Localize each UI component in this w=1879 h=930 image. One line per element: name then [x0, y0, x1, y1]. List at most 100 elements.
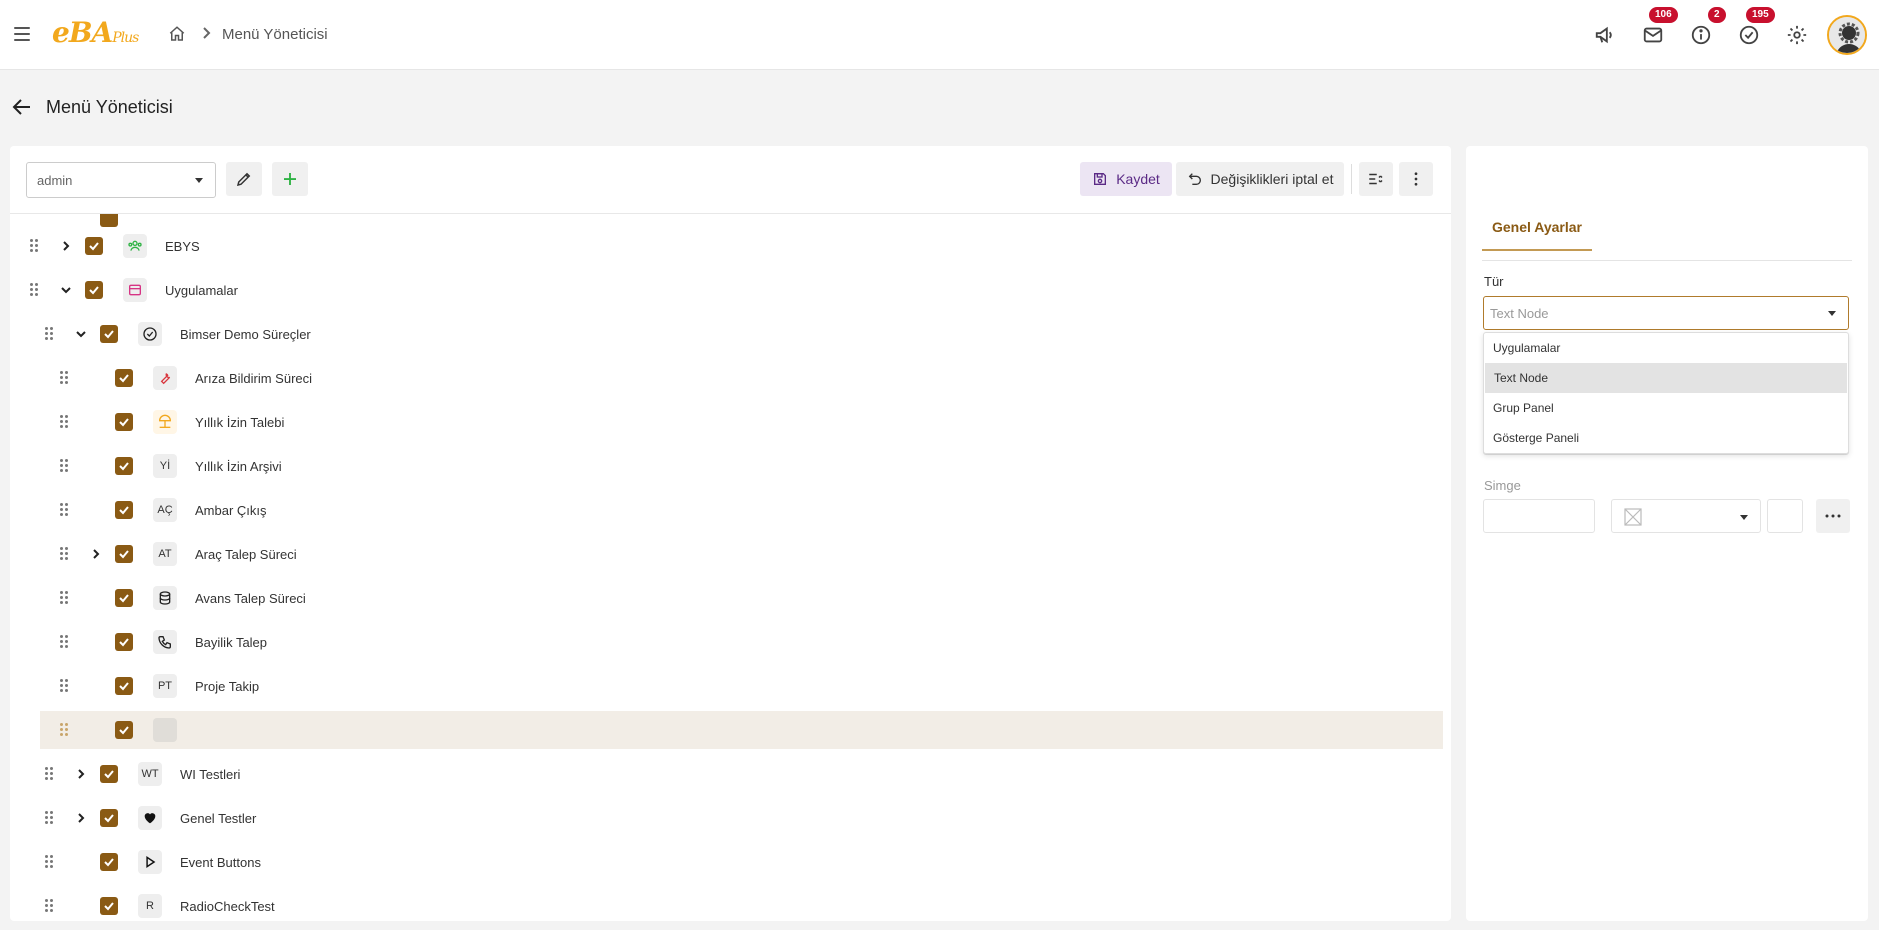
drag-handle-icon[interactable] — [60, 415, 68, 429]
menu-icon[interactable] — [14, 27, 30, 41]
chevron-down-icon[interactable] — [60, 284, 72, 296]
tree-row[interactable]: AÇ Ambar Çıkış — [10, 492, 1451, 528]
checkbox[interactable] — [115, 501, 133, 519]
drag-handle-icon[interactable] — [60, 371, 68, 385]
drag-handle-icon[interactable] — [60, 635, 68, 649]
checkbox[interactable] — [115, 633, 133, 651]
floppy-disk-icon — [1094, 173, 1107, 185]
tree-item-label: Uygulamalar — [165, 283, 238, 298]
checkbox[interactable] — [100, 809, 118, 827]
checkbox[interactable] — [100, 765, 118, 783]
edit-button[interactable] — [226, 162, 262, 196]
abbreviation-icon: AT — [153, 542, 177, 566]
caret-down-icon — [1740, 515, 1748, 520]
drag-handle-icon[interactable] — [45, 811, 53, 825]
checkbox[interactable] — [115, 369, 133, 387]
type-option-grup-panel[interactable]: Grup Panel — [1484, 393, 1848, 423]
tree-row[interactable]: PT Proje Takip — [10, 668, 1451, 704]
tree-row[interactable]: Yİ Yıllık İzin Arşivi — [10, 448, 1451, 484]
abbreviation-icon: Yİ — [153, 454, 177, 478]
drag-handle-icon[interactable] — [45, 327, 53, 341]
chevron-right-icon[interactable] — [75, 768, 87, 780]
mail-badge: 106 — [1649, 7, 1678, 23]
app-logo[interactable]: eBAPlus — [52, 16, 139, 49]
back-arrow-icon[interactable] — [12, 98, 32, 119]
drag-handle-icon[interactable] — [60, 547, 68, 561]
drag-handle-icon[interactable] — [45, 767, 53, 781]
checkbox[interactable] — [100, 897, 118, 915]
drag-handle-icon[interactable] — [60, 723, 68, 737]
icon-label: Simge — [1484, 478, 1521, 493]
icon-text-input[interactable] — [1483, 499, 1595, 533]
checkbox[interactable] — [85, 237, 103, 255]
more-options-button[interactable] — [1399, 162, 1433, 196]
type-label: Tür — [1484, 274, 1504, 289]
drag-handle-icon[interactable] — [45, 899, 53, 913]
chevron-right-icon[interactable] — [90, 548, 102, 560]
checkbox[interactable] — [115, 677, 133, 695]
type-select-value: Text Node — [1490, 305, 1549, 321]
tree-row[interactable]: R RadioCheckTest — [10, 888, 1451, 921]
home-icon[interactable] — [168, 25, 186, 46]
checkbox[interactable] — [115, 413, 133, 431]
tree-row[interactable]: Event Buttons — [10, 844, 1451, 880]
tree-row-selected[interactable] — [10, 712, 1451, 748]
task-check-icon[interactable]: 195 — [1736, 7, 1775, 48]
chevron-down-icon[interactable] — [75, 328, 87, 340]
cancel-changes-button[interactable]: Değişiklikleri iptal et — [1176, 162, 1344, 196]
icon-color-picker[interactable] — [1767, 499, 1803, 533]
breadcrumb-current: Menü Yöneticisi — [222, 26, 328, 43]
checkbox[interactable] — [100, 853, 118, 871]
tree-row[interactable]: AT Araç Talep Süreci — [10, 536, 1451, 572]
tree-row[interactable]: Yıllık İzin Talebi — [10, 404, 1451, 440]
user-select[interactable]: admin — [26, 162, 216, 198]
drag-handle-icon[interactable] — [45, 855, 53, 869]
checkbox[interactable] — [115, 457, 133, 475]
icon-more-button[interactable] — [1816, 499, 1850, 533]
type-option-text-node[interactable]: Text Node — [1485, 363, 1847, 393]
type-option-uygulamalar[interactable]: Uygulamalar — [1484, 333, 1848, 363]
user-avatar[interactable] — [1827, 15, 1867, 55]
tree-row[interactable]: WT WI Testleri — [10, 756, 1451, 792]
drag-handle-icon[interactable] — [60, 679, 68, 693]
checkbox[interactable] — [115, 721, 133, 739]
tree-item-label: Bayilik Talep — [195, 635, 268, 650]
tree-row[interactable]: EBYS — [10, 228, 1451, 264]
type-option-gosterge-paneli[interactable]: Gösterge Paneli — [1484, 423, 1848, 453]
tree-row[interactable]: Arıza Bildirim Süreci — [10, 360, 1451, 396]
checkbox[interactable] — [115, 545, 133, 563]
tree-row[interactable]: Genel Testler — [10, 800, 1451, 836]
drag-handle-icon[interactable] — [60, 591, 68, 605]
info-icon[interactable]: 2 — [1688, 7, 1726, 48]
save-button[interactable]: Kaydet — [1080, 162, 1172, 196]
add-button[interactable] — [272, 162, 308, 196]
drag-handle-icon[interactable] — [30, 239, 38, 253]
tree-item-label: EBYS — [165, 239, 200, 254]
tree-row[interactable]: Avans Talep Süreci — [10, 580, 1451, 616]
tree-row[interactable]: Uygulamalar — [10, 272, 1451, 308]
tree-item-label: Genel Testler — [180, 811, 257, 826]
caret-down-icon — [1828, 311, 1836, 316]
expand-collapse-button[interactable] — [1359, 162, 1393, 196]
settings-gear-icon[interactable] — [1784, 22, 1810, 48]
checkbox[interactable] — [115, 589, 133, 607]
checkbox[interactable] — [85, 281, 103, 299]
ellipsis-icon — [1825, 514, 1841, 518]
type-select[interactable]: Text Node — [1483, 296, 1849, 330]
mail-icon[interactable]: 106 — [1640, 7, 1678, 48]
abbreviation-icon: AÇ — [153, 498, 177, 522]
icon-select[interactable] — [1611, 499, 1761, 533]
checkbox[interactable] — [100, 325, 118, 343]
drag-handle-icon[interactable] — [60, 503, 68, 517]
tree-item-label: Arıza Bildirim Süreci — [195, 371, 313, 386]
tree-item-label: Ambar Çıkış — [195, 503, 267, 518]
megaphone-icon[interactable] — [1592, 22, 1618, 48]
drag-handle-icon[interactable] — [60, 459, 68, 473]
undo-icon — [1188, 173, 1201, 185]
tab-general-settings[interactable]: Genel Ayarlar — [1482, 219, 1593, 251]
tree-row[interactable]: Bimser Demo Süreçler — [10, 316, 1451, 352]
tree-row[interactable]: Bayilik Talep — [10, 624, 1451, 660]
drag-handle-icon[interactable] — [30, 283, 38, 297]
chevron-right-icon[interactable] — [60, 240, 72, 252]
chevron-right-icon[interactable] — [75, 812, 87, 824]
